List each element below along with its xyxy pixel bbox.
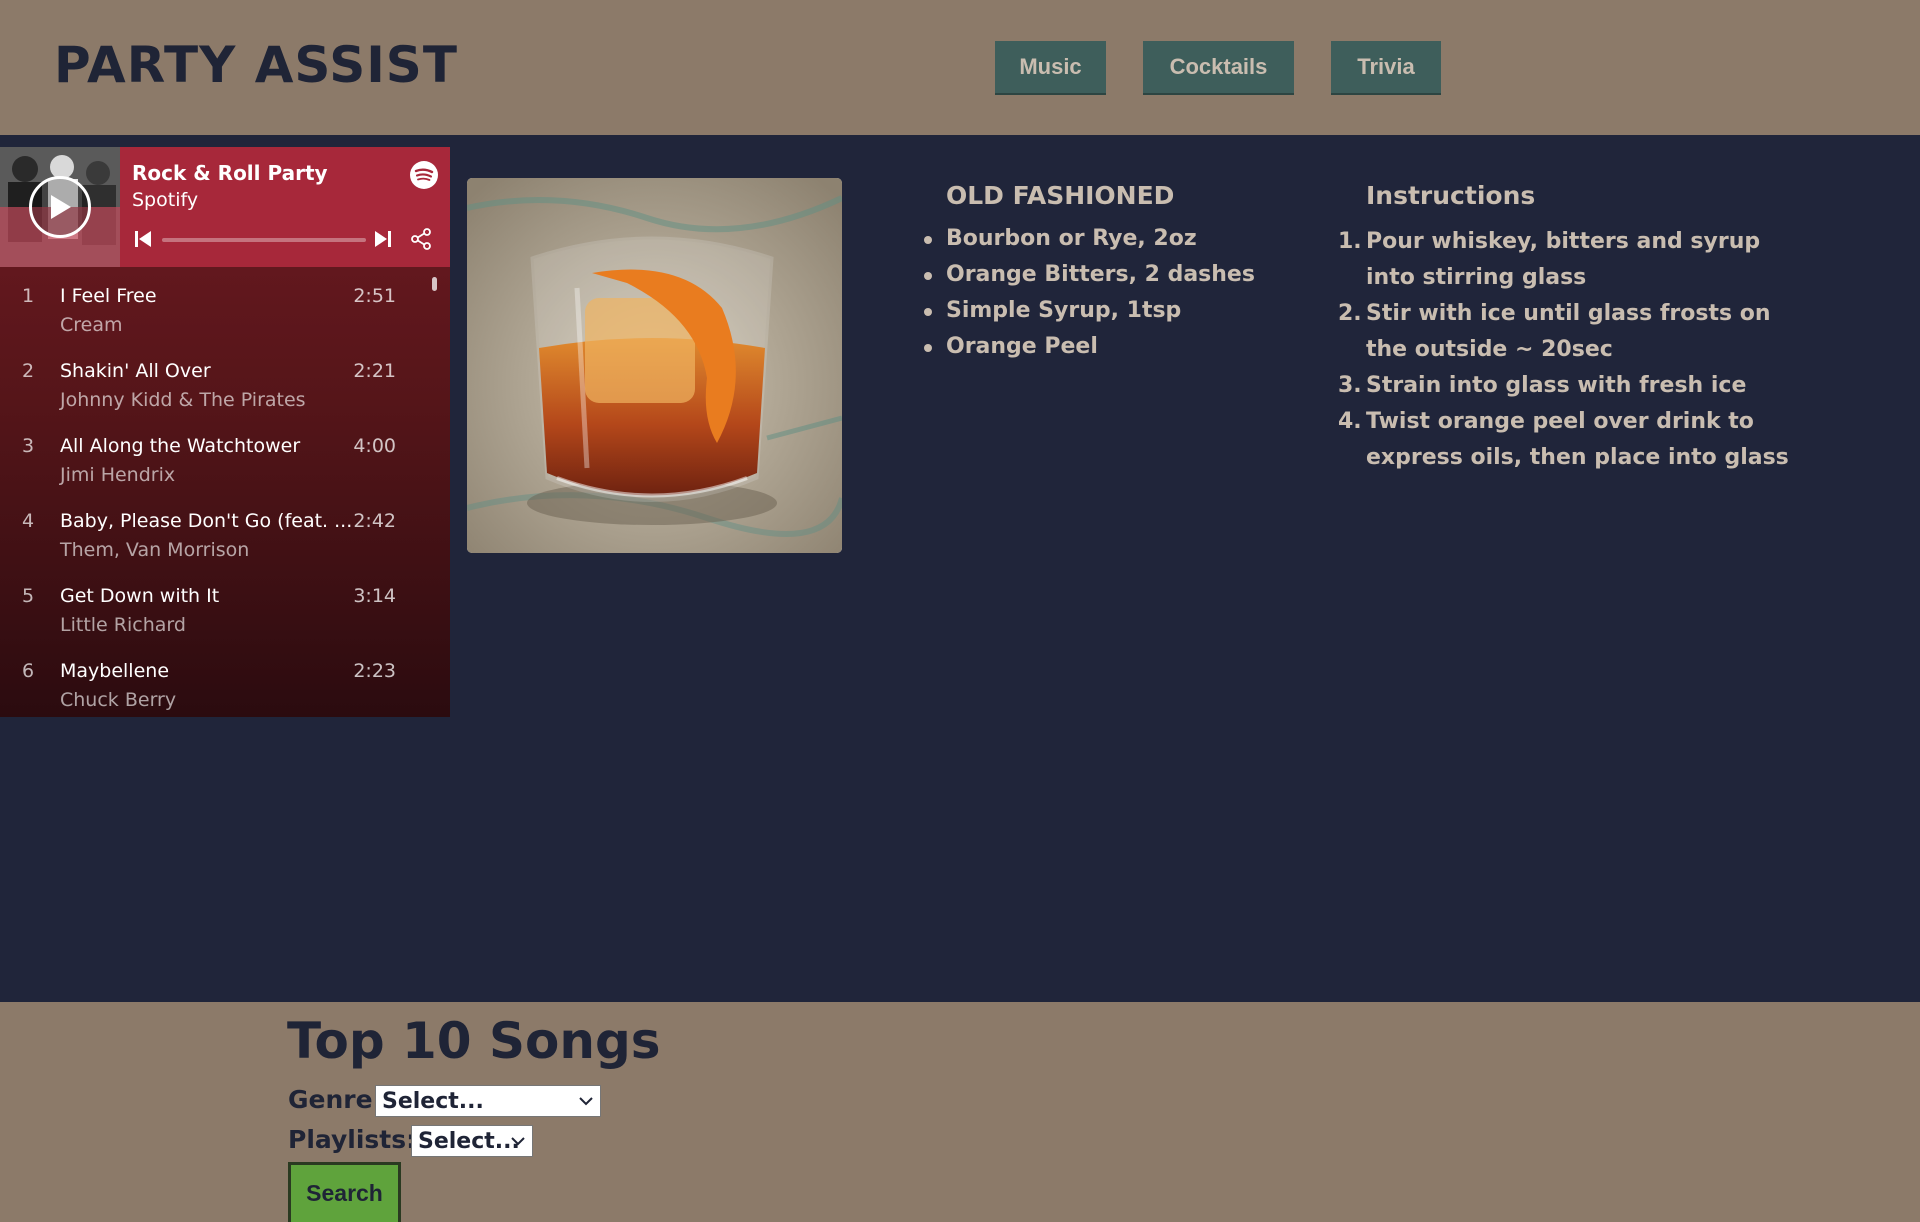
track-number: 3 [22, 435, 35, 457]
genre-select[interactable]: Select... [375, 1085, 601, 1117]
track-row[interactable]: 3 All Along the Watchtower Jimi Hendrix … [0, 425, 420, 500]
playlist-cover-image [0, 147, 120, 267]
spotify-icon[interactable] [410, 161, 438, 189]
share-icon [411, 228, 431, 250]
track-row[interactable]: 1 I Feel Free Cream 2:51 [0, 275, 420, 350]
track-duration: 2:23 [353, 660, 396, 682]
instruction-step: 3. Strain into glass with fresh ice [1338, 368, 1806, 404]
top-songs-title: Top 10 Songs [287, 1012, 661, 1070]
step-number: 4. [1338, 409, 1362, 434]
instruction-step: 2. Stir with ice until glass frosts on th… [1338, 296, 1806, 368]
playlists-select-value: Select... [418, 1128, 520, 1154]
step-number: 3. [1338, 373, 1362, 398]
instruction-step: 4. Twist orange peel over drink to expres… [1338, 404, 1806, 476]
nav-music-button[interactable]: Music [995, 41, 1106, 95]
track-number: 4 [22, 510, 35, 532]
previous-track-button[interactable] [134, 229, 152, 253]
chevron-down-icon [511, 1137, 525, 1146]
step-number: 1. [1338, 229, 1362, 254]
track-row[interactable]: 5 Get Down with It Little Richard 3:14 [0, 575, 420, 650]
search-button[interactable]: Search [288, 1162, 401, 1222]
track-row[interactable]: 2 Shakin' All Over Johnny Kidd & The Pir… [0, 350, 420, 425]
track-number: 1 [22, 285, 35, 307]
instructions-list: 1. Pour whiskey, bitters and syrup into s… [1338, 224, 1806, 476]
track-title: Shakin' All Over [60, 360, 211, 382]
genre-label: Genre: [288, 1085, 383, 1114]
chevron-down-icon [579, 1097, 593, 1106]
ingredients-list: Bourbon or Rye, 2oz Orange Bitters, 2 da… [924, 224, 1255, 368]
skip-forward-icon [375, 231, 391, 247]
track-number: 2 [22, 360, 35, 382]
track-duration: 3:14 [353, 585, 396, 607]
track-artist: Johnny Kidd & The Pirates [60, 389, 306, 411]
instructions-title: Instructions [1366, 181, 1536, 210]
genre-select-value: Select... [382, 1088, 484, 1114]
instruction-step: 1. Pour whiskey, bitters and syrup into s… [1338, 224, 1806, 296]
cocktail-name: OLD FASHIONED [946, 181, 1175, 210]
track-artist: Them, Van Morrison [60, 539, 250, 561]
step-text: Pour whiskey, bitters and syrup into sti… [1366, 229, 1761, 290]
player-header: Rock & Roll Party Spotify [0, 147, 450, 267]
track-duration: 4:00 [353, 435, 396, 457]
track-duration: 2:21 [353, 360, 396, 382]
playlist-source[interactable]: Spotify [132, 189, 198, 211]
ingredient-item: Orange Bitters, 2 dashes [924, 260, 1255, 296]
header: PARTY ASSIST Music Cocktails Trivia [0, 0, 1920, 135]
nav-trivia-button[interactable]: Trivia [1331, 41, 1441, 95]
track-artist: Little Richard [60, 614, 186, 636]
track-row[interactable]: 4 Baby, Please Don't Go (feat. ... Them,… [0, 500, 420, 575]
ingredient-item: Orange Peel [924, 332, 1255, 368]
track-duration: 2:51 [353, 285, 396, 307]
track-title: Maybellene [60, 660, 170, 682]
track-title: Baby, Please Don't Go (feat. ... [60, 510, 353, 532]
ingredient-item: Bourbon or Rye, 2oz [924, 224, 1255, 260]
step-number: 2. [1338, 301, 1362, 326]
tracklist-scrollbar[interactable] [432, 277, 437, 291]
track-title: I Feel Free [60, 285, 157, 307]
progress-bar[interactable] [162, 238, 366, 242]
track-artist: Chuck Berry [60, 689, 177, 711]
track-number: 6 [22, 660, 35, 682]
track-duration: 2:42 [353, 510, 396, 532]
step-text: Strain into glass with fresh ice [1366, 373, 1747, 398]
track-title: Get Down with It [60, 585, 220, 607]
next-track-button[interactable] [374, 229, 392, 253]
play-button[interactable] [29, 176, 91, 238]
spotify-player: Rock & Roll Party Spotify 1 I Feel Free … [0, 147, 450, 717]
track-artist: Cream [60, 314, 123, 336]
old-fashioned-image [467, 178, 842, 553]
app-logo: PARTY ASSIST [54, 36, 458, 94]
ingredient-item: Simple Syrup, 1tsp [924, 296, 1255, 332]
track-number: 5 [22, 585, 35, 607]
playlists-select[interactable]: Select... [411, 1125, 533, 1157]
skip-back-icon [135, 231, 151, 247]
share-button[interactable] [409, 227, 433, 255]
cocktail-photo [467, 178, 842, 553]
step-text: Twist orange peel over drink to express … [1366, 409, 1789, 470]
track-title: All Along the Watchtower [60, 435, 301, 457]
playlist-title[interactable]: Rock & Roll Party [132, 161, 328, 185]
play-icon [51, 195, 71, 219]
track-row[interactable]: 6 Maybellene Chuck Berry 2:23 [0, 650, 420, 717]
nav-cocktails-button[interactable]: Cocktails [1143, 41, 1294, 95]
playlists-label: Playlists: [288, 1125, 417, 1154]
track-artist: Jimi Hendrix [60, 464, 176, 486]
step-text: Stir with ice until glass frosts on the … [1366, 301, 1771, 362]
